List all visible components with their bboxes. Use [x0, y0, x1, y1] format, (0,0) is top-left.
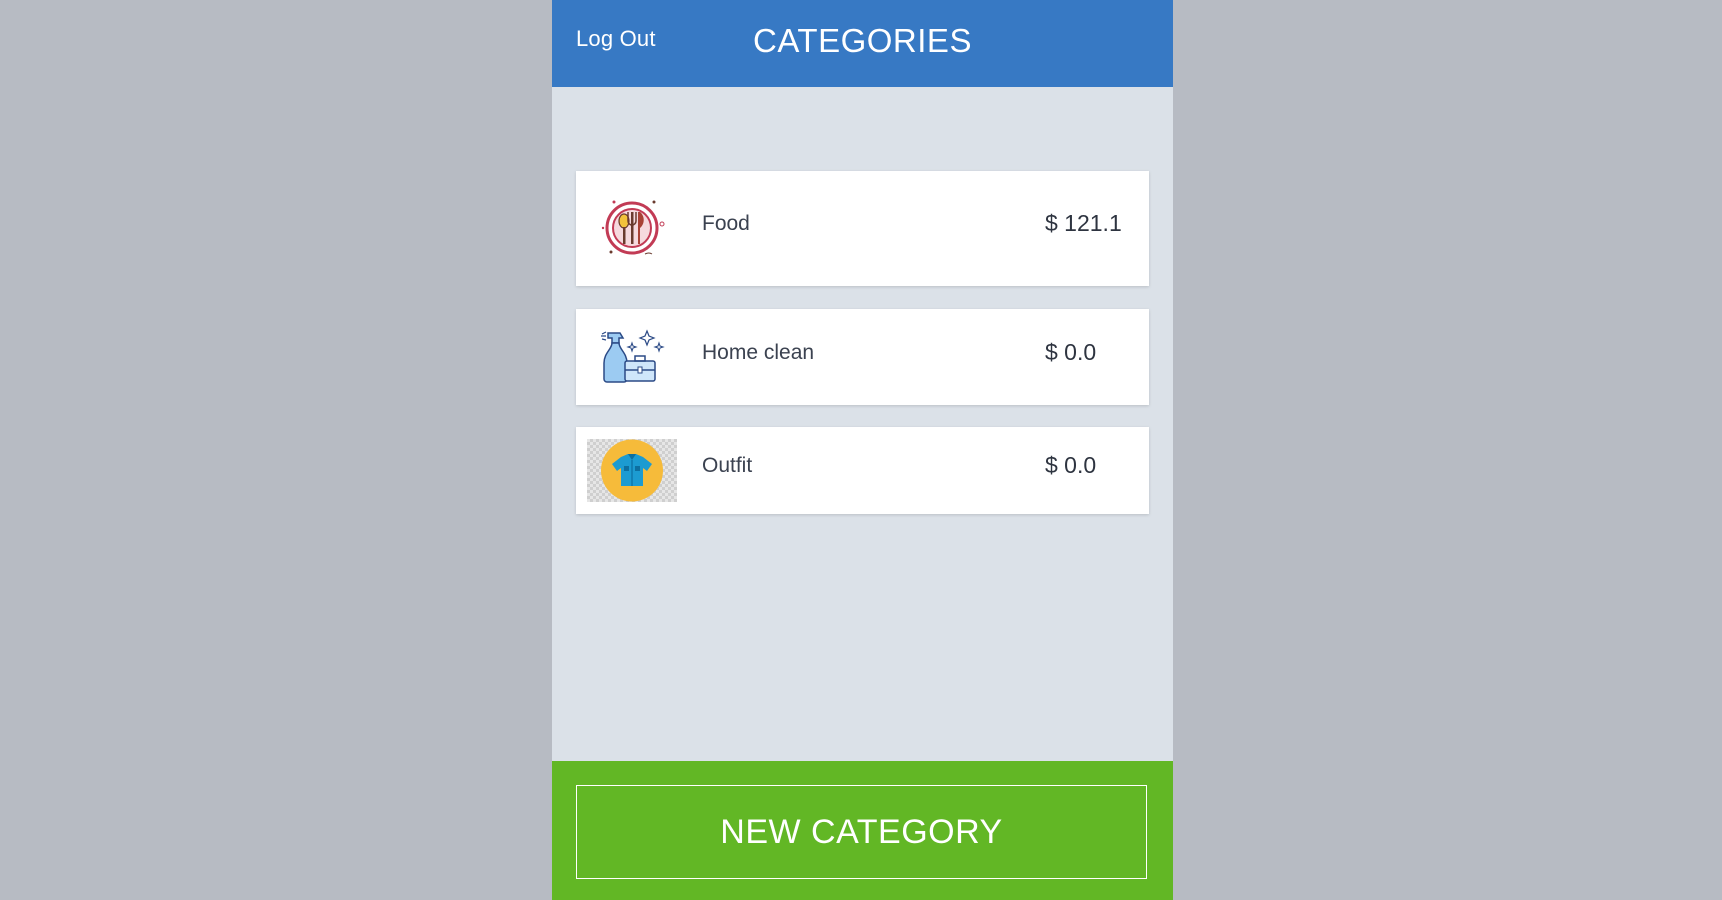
category-name: Outfit: [702, 454, 753, 477]
new-category-button[interactable]: NEW CATEGORY: [576, 785, 1147, 879]
category-item-outfit[interactable]: Outfit $ 0.0: [576, 427, 1149, 514]
dining-plate-icon: [601, 200, 665, 255]
category-amount: $ 0.0: [1045, 452, 1097, 478]
cleaning-spray-icon: [601, 329, 665, 383]
category-amount: $ 0.0: [1045, 339, 1097, 365]
category-name: Food: [702, 212, 750, 235]
category-item-home-clean[interactable]: Home clean $ 0.0: [576, 309, 1149, 405]
category-amount: $ 121.1: [1045, 210, 1122, 236]
footer-bar: NEW CATEGORY: [552, 761, 1173, 900]
app-screen: Log Out CATEGORIES Food $ 121.1 Home cle…: [552, 0, 1173, 900]
category-name: Home clean: [702, 341, 815, 364]
page-title: CATEGORIES: [753, 22, 972, 59]
header-bar: Log Out CATEGORIES: [552, 0, 1173, 87]
category-item-food[interactable]: Food $ 121.1: [576, 171, 1149, 286]
shirt-icon: [587, 439, 677, 502]
